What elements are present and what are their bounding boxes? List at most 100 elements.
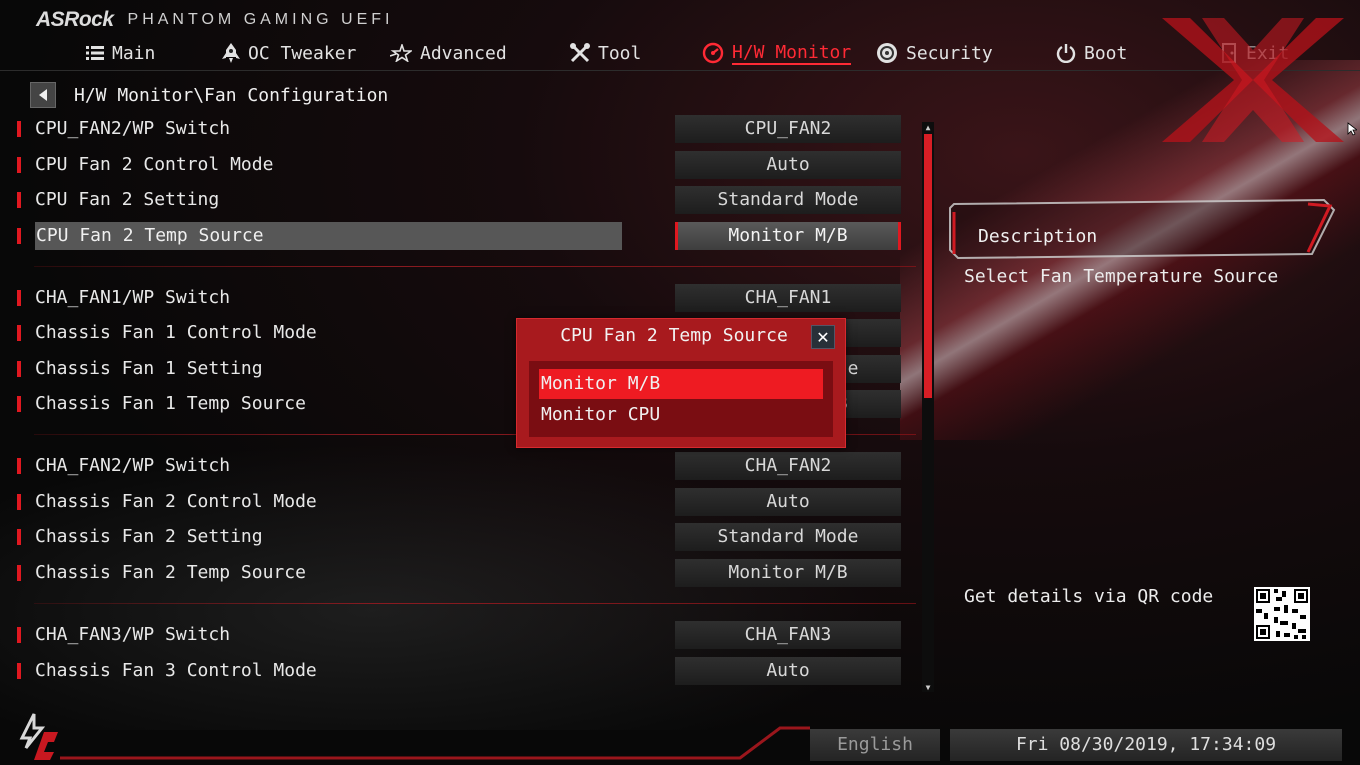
setting-value[interactable]: Monitor M/B	[675, 559, 901, 587]
top-nav: Main OC Tweaker Advanced Tool H/W Monito…	[0, 38, 1360, 68]
setting-value[interactable]: Standard Mode	[675, 186, 901, 214]
power-icon	[1056, 44, 1076, 63]
setting-row[interactable]: CPU_FAN2/WP Switch CPU_FAN2	[14, 115, 904, 143]
setting-value[interactable]: CHA_FAN2	[675, 452, 901, 480]
qr-label: Get details via QR code	[964, 586, 1214, 607]
group-divider	[34, 266, 916, 267]
setting-row[interactable]: Chassis Fan 3 Control Mode Auto	[14, 657, 904, 685]
row-marker	[17, 290, 21, 306]
tab-oc-tweaker-label: OC Tweaker	[248, 42, 357, 64]
setting-row[interactable]: Chassis Fan 2 Setting Standard Mode	[14, 523, 904, 551]
setting-label: Chassis Fan 3 Control Mode	[35, 660, 317, 681]
setting-row[interactable]: CPU Fan 2 Setting Standard Mode	[14, 186, 904, 214]
setting-label: CPU Fan 2 Control Mode	[35, 154, 274, 175]
breadcrumb: H/W Monitor\Fan Configuration	[30, 82, 388, 108]
tab-tool-label: Tool	[598, 42, 642, 64]
setting-value[interactable]: Auto	[675, 657, 901, 685]
language-button[interactable]: English	[810, 729, 940, 761]
tab-tool[interactable]: Tool	[570, 38, 641, 68]
tab-hw-monitor-label: H/W Monitor	[732, 41, 852, 65]
setting-value[interactable]: Auto	[675, 151, 901, 179]
row-marker	[17, 494, 21, 510]
tab-advanced-label: Advanced	[420, 42, 507, 64]
temp-source-popup: CPU Fan 2 Temp Source ✕ Monitor M/B Moni…	[516, 318, 846, 448]
row-marker	[17, 663, 21, 679]
setting-value[interactable]: Standard Mode	[675, 523, 901, 551]
settings-scrollbar[interactable]: ▲ ▼	[922, 122, 934, 692]
option-monitor-mb[interactable]: Monitor M/B	[539, 369, 823, 399]
setting-label: Chassis Fan 2 Setting	[35, 526, 263, 547]
brand-logo: ASRock PHANTOM GAMING UEFI	[36, 8, 393, 32]
back-arrow-icon	[39, 89, 47, 101]
description-title: Description	[978, 226, 1098, 247]
setting-row[interactable]: CHA_FAN3/WP Switch CHA_FAN3	[14, 621, 904, 649]
setting-row[interactable]: CHA_FAN2/WP Switch CHA_FAN2	[14, 452, 904, 480]
row-marker	[17, 228, 21, 244]
qr-code-icon	[1254, 587, 1310, 641]
nav-divider	[0, 70, 1360, 71]
setting-label: CHA_FAN1/WP Switch	[35, 287, 231, 308]
setting-label: CHA_FAN3/WP Switch	[35, 624, 231, 645]
footer-accent-line	[60, 726, 810, 760]
setting-label: CHA_FAN2/WP Switch	[35, 455, 231, 476]
breadcrumb-path: H/W Monitor\Fan Configuration	[74, 84, 389, 106]
row-marker	[17, 192, 21, 208]
tools-icon	[570, 43, 590, 63]
option-monitor-cpu[interactable]: Monitor CPU	[539, 400, 823, 430]
setting-value[interactable]: CHA_FAN3	[675, 621, 901, 649]
scroll-up-arrow-icon[interactable]: ▲	[922, 122, 934, 132]
row-marker	[17, 157, 21, 173]
close-icon: ✕	[816, 327, 830, 347]
brand-name: ASRock	[36, 8, 114, 31]
tab-main[interactable]: Main	[86, 38, 155, 68]
setting-row-selected[interactable]: CPU Fan 2 Temp Source Monitor M/B	[14, 222, 904, 250]
tab-security[interactable]: Security	[876, 38, 993, 68]
setting-label: Chassis Fan 2 Control Mode	[35, 491, 317, 512]
tab-boot[interactable]: Boot	[1056, 38, 1127, 68]
row-marker	[17, 627, 21, 643]
datetime-display: Fri 08/30/2019, 17:34:09	[950, 729, 1342, 761]
setting-value[interactable]: CPU_FAN2	[675, 115, 901, 143]
setting-label: Chassis Fan 1 Temp Source	[35, 393, 306, 414]
brand-subtitle: PHANTOM GAMING UEFI	[127, 11, 394, 28]
setting-label: Chassis Fan 2 Temp Source	[35, 562, 306, 583]
row-marker	[17, 121, 21, 137]
tab-main-label: Main	[112, 42, 156, 64]
setting-row[interactable]: Chassis Fan 2 Temp Source Monitor M/B	[14, 559, 904, 587]
setting-label: CPU Fan 2 Temp Source	[35, 222, 622, 250]
row-marker	[17, 396, 21, 412]
gauge-icon	[702, 42, 724, 64]
row-marker	[17, 361, 21, 377]
phantom-gaming-logo	[19, 713, 58, 760]
tab-oc-tweaker[interactable]: OC Tweaker	[222, 38, 356, 68]
back-button[interactable]	[30, 82, 56, 108]
setting-label: Chassis Fan 1 Setting	[35, 358, 263, 379]
shield-icon	[877, 43, 897, 63]
tab-boot-label: Boot	[1084, 42, 1128, 64]
row-marker	[17, 529, 21, 545]
setting-row[interactable]: CPU Fan 2 Control Mode Auto	[14, 151, 904, 179]
setting-row[interactable]: CHA_FAN1/WP Switch CHA_FAN1	[14, 284, 904, 312]
mouse-cursor-icon	[1347, 122, 1357, 136]
phantom-gaming-xx-logo	[1162, 18, 1344, 142]
popup-option-list: Monitor M/B Monitor CPU	[529, 361, 833, 437]
setting-value[interactable]: Monitor M/B	[675, 222, 901, 250]
tab-advanced[interactable]: Advanced	[390, 38, 507, 68]
setting-label: Chassis Fan 1 Control Mode	[35, 322, 317, 343]
row-marker	[17, 325, 21, 341]
rocket-icon	[222, 43, 240, 63]
list-icon	[86, 46, 104, 60]
tab-hw-monitor[interactable]: H/W Monitor	[702, 38, 852, 68]
tab-security-label: Security	[906, 42, 993, 64]
description-text: Select Fan Temperature Source	[964, 266, 1279, 287]
close-button[interactable]: ✕	[811, 325, 835, 349]
star-icon	[390, 44, 412, 62]
group-divider	[34, 603, 916, 604]
setting-value[interactable]: CHA_FAN1	[675, 284, 901, 312]
setting-value[interactable]: Auto	[675, 488, 901, 516]
setting-row[interactable]: Chassis Fan 2 Control Mode Auto	[14, 488, 904, 516]
scroll-down-arrow-icon[interactable]: ▼	[922, 682, 934, 692]
scrollbar-thumb[interactable]	[924, 134, 932, 398]
setting-label: CPU Fan 2 Setting	[35, 189, 220, 210]
popup-title: CPU Fan 2 Temp Source	[560, 325, 788, 346]
